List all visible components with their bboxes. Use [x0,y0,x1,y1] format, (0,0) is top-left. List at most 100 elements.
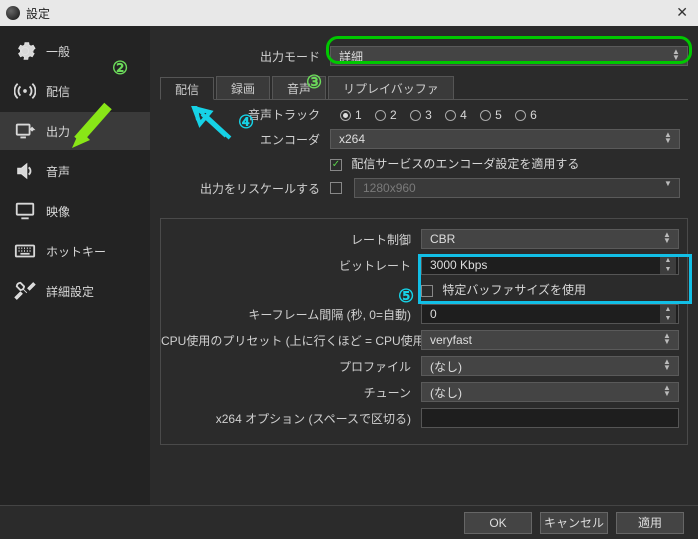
cpu-preset-value: veryfast [430,333,472,347]
button-label: 適用 [638,514,662,531]
x264opts-input[interactable] [421,408,679,428]
settings-pane: 出力モード 詳細 ▲▼ 配信 録画 音声 リプレイバッファ 音声トラック 1 2 [150,26,698,505]
radio-track-1[interactable] [340,110,351,121]
radio-label: 2 [390,108,397,122]
broadcast-icon [14,80,36,102]
chevron-updown-icon: ▲▼ [669,49,683,61]
sidebar-item-label: 詳細設定 [46,283,94,300]
tab-record[interactable]: 録画 [216,76,270,99]
enforce-label: 配信サービスのエンコーダ設定を適用する [351,157,579,171]
bitrate-label: ビットレート [161,257,421,274]
keyframe-label: キーフレーム間隔 (秒, 0=自動) [161,306,421,323]
tab-replay[interactable]: リプレイバッファ [328,76,454,99]
sidebar-item-label: ホットキー [46,243,106,260]
keyframe-value: 0 [430,307,437,321]
profile-label: プロファイル [161,358,421,375]
rate-control-label: レート制御 [161,231,421,248]
output-tabs: 配信 録画 音声 リプレイバッファ [160,76,688,100]
sidebar-item-video[interactable]: 映像 [0,192,150,230]
encoder-label: エンコーダ [160,131,330,148]
output-mode-value: 詳細 [339,48,363,65]
rate-control-value: CBR [430,232,455,246]
apply-button[interactable]: 適用 [616,512,684,534]
rescale-value: 1280x960 [363,181,416,195]
spinner-arrows-icon[interactable]: ▲▼ [660,305,676,323]
radio-track-2[interactable] [375,110,386,121]
sidebar-item-general[interactable]: 一般 [0,32,150,70]
audio-track-label: 音声トラック [160,106,330,123]
sidebar-item-label: 出力 [46,123,70,140]
chevron-down-icon: ▼ [661,181,675,187]
keyframe-input[interactable]: 0 ▲▼ [421,304,679,324]
encoder-value: x264 [339,132,365,146]
chevron-updown-icon: ▲▼ [660,359,674,371]
tab-label: 録画 [231,82,255,96]
button-label: OK [489,516,506,530]
tab-stream[interactable]: 配信 [160,77,214,100]
custom-buffer-checkbox[interactable] [421,285,433,297]
content: 一般 配信 出力 音声 映像 [0,26,698,505]
tune-label: チューン [161,384,421,401]
tab-label: 配信 [175,83,199,97]
audio-track-radios: 1 2 3 4 5 6 [330,108,680,122]
sidebar-item-label: 配信 [46,83,70,100]
rescale-label: 出力をリスケールする [160,180,330,197]
cancel-button[interactable]: キャンセル [540,512,608,534]
rate-control-select[interactable]: CBR ▲▼ [421,229,679,249]
sidebar-item-advanced[interactable]: 詳細設定 [0,272,150,310]
sidebar-item-stream[interactable]: 配信 [0,72,150,110]
spinner-arrows-icon[interactable]: ▲▼ [660,256,676,274]
custom-buffer-label: 特定バッファサイズを使用 [442,283,586,297]
dialog-buttons: OK キャンセル 適用 [0,505,698,539]
tune-select[interactable]: (なし) ▲▼ [421,382,679,402]
button-label: キャンセル [544,514,604,531]
radio-label: 6 [530,108,537,122]
keyboard-icon [14,240,36,262]
titlebar: 設定 ✕ [0,0,698,26]
output-mode-label: 出力モード [160,48,330,65]
bitrate-value: 3000 Kbps [430,258,487,272]
tab-audio[interactable]: 音声 [272,76,326,99]
encoder-panel: レート制御 CBR ▲▼ ビットレート 3000 Kbps ▲▼ [160,218,688,445]
enforce-checkbox[interactable] [330,159,342,171]
profile-value: (なし) [430,358,462,375]
cpu-preset-select[interactable]: veryfast ▲▼ [421,330,679,350]
tune-value: (なし) [430,384,462,401]
sidebar-item-label: 音声 [46,163,70,180]
window-title: 設定 [26,5,50,22]
chevron-updown-icon: ▲▼ [660,333,674,345]
radio-label: 3 [425,108,432,122]
rescale-select: 1280x960 ▼ [354,178,680,198]
sidebar-item-label: 一般 [46,43,70,60]
radio-track-3[interactable] [410,110,421,121]
sidebar-item-audio[interactable]: 音声 [0,152,150,190]
ok-button[interactable]: OK [464,512,532,534]
sidebar: 一般 配信 出力 音声 映像 [0,26,150,505]
tools-icon [14,280,36,302]
radio-label: 5 [495,108,502,122]
monitor-icon [14,200,36,222]
output-mode-select[interactable]: 詳細 ▲▼ [330,46,688,66]
speaker-icon [14,160,36,182]
sidebar-item-hotkeys[interactable]: ホットキー [0,232,150,270]
radio-label: 4 [460,108,467,122]
gear-icon [14,40,36,62]
close-icon[interactable]: ✕ [676,4,688,21]
chevron-updown-icon: ▲▼ [660,385,674,397]
bitrate-input[interactable]: 3000 Kbps ▲▼ [421,255,679,275]
rescale-checkbox[interactable] [330,182,342,194]
encoder-select[interactable]: x264 ▲▼ [330,129,680,149]
radio-track-6[interactable] [515,110,526,121]
cpu-preset-label: CPU使用のプリセット (上に行くほど = CPU使用低い) [161,332,421,349]
sidebar-item-output[interactable]: 出力 [0,112,150,150]
radio-label: 1 [355,108,362,122]
tab-label: リプレイバッファ [343,82,439,96]
chevron-updown-icon: ▲▼ [661,132,675,144]
radio-track-5[interactable] [480,110,491,121]
sidebar-item-label: 映像 [46,203,70,220]
radio-track-4[interactable] [445,110,456,121]
profile-select[interactable]: (なし) ▲▼ [421,356,679,376]
tab-label: 音声 [287,82,311,96]
x264opts-label: x264 オプション (スペースで区切る) [161,410,421,427]
chevron-updown-icon: ▲▼ [660,232,674,244]
